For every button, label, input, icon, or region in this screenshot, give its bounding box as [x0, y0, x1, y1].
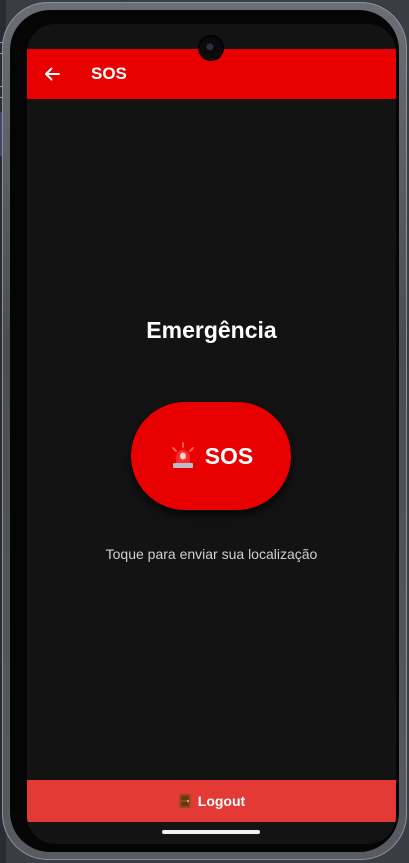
- arrow-left-icon: [45, 67, 60, 81]
- sos-button[interactable]: SOS: [131, 402, 291, 510]
- logout-label: Logout: [197, 793, 246, 809]
- home-indicator[interactable]: [162, 830, 260, 834]
- app-screen: SOS Emergência SOS Toque para enviar sua…: [27, 24, 396, 844]
- emergency-heading: Emergência: [146, 317, 277, 343]
- sos-hint-text: Toque para enviar sua localização: [105, 546, 318, 562]
- device-frame: SOS Emergência SOS Toque para enviar sua…: [2, 2, 407, 860]
- sos-button-label: SOS: [204, 442, 254, 469]
- door-icon: [179, 794, 191, 808]
- logout-button[interactable]: Logout: [27, 780, 396, 822]
- page-title: SOS: [91, 64, 127, 83]
- front-camera: [200, 37, 222, 59]
- back-button[interactable]: [37, 59, 67, 89]
- siren-icon: [171, 442, 194, 468]
